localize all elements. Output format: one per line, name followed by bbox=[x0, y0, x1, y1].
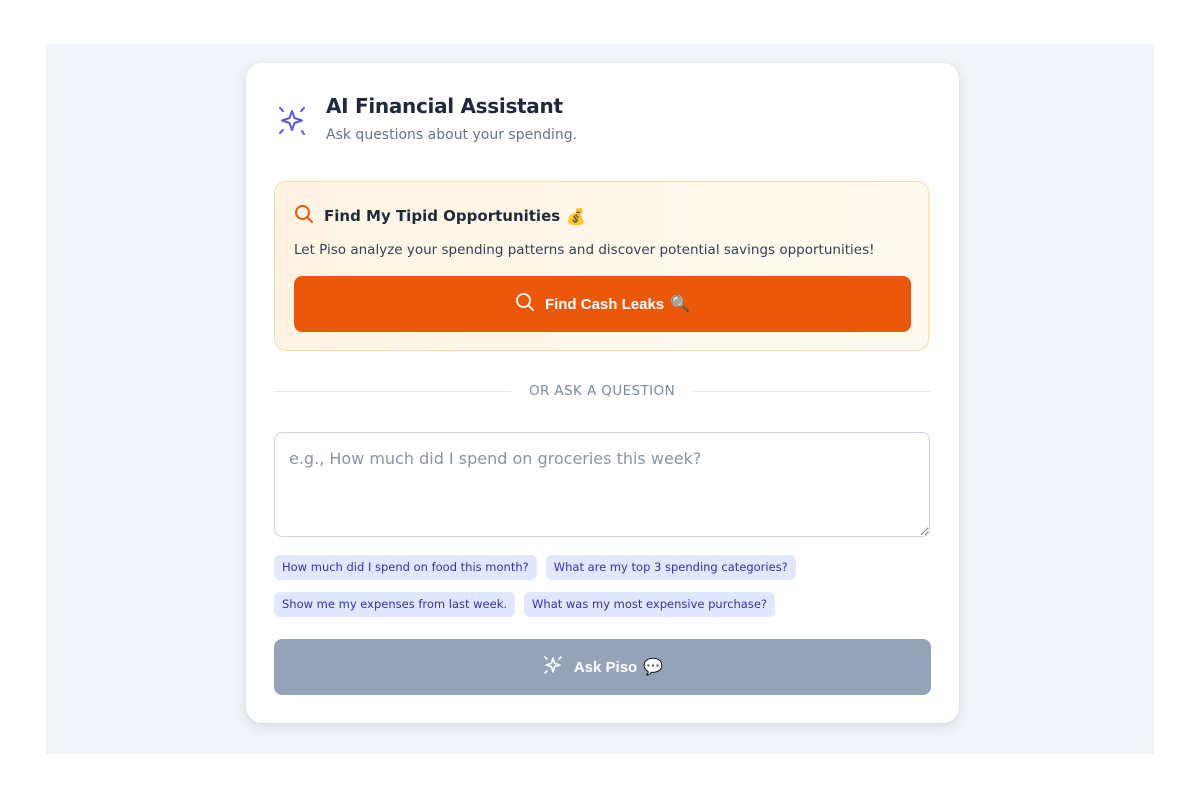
question-input[interactable] bbox=[274, 432, 930, 537]
suggestion-chip[interactable]: What are my top 3 spending categories? bbox=[545, 555, 796, 580]
suggestion-row-2: Show me my expenses from last week. What… bbox=[274, 592, 934, 617]
suggestion-chip[interactable]: What was my most expensive purchase? bbox=[524, 592, 776, 617]
tipid-opportunities-panel: Find My Tipid Opportunities 💰 Let Piso a… bbox=[274, 181, 929, 351]
tipid-title-row: Find My Tipid Opportunities 💰 bbox=[294, 204, 586, 228]
magnifier-emoji-icon: 🔍 bbox=[670, 296, 691, 313]
suggestion-chip[interactable]: How much did I spend on food this month? bbox=[274, 555, 537, 580]
search-icon bbox=[294, 204, 314, 228]
ask-piso-label: Ask Piso bbox=[573, 658, 638, 676]
or-divider: OR ASK A QUESTION bbox=[274, 381, 931, 401]
page-subtitle: Ask questions about your spending. bbox=[326, 127, 578, 143]
divider-line-right bbox=[693, 390, 931, 392]
suggestion-chip[interactable]: Show me my expenses from last week. bbox=[274, 592, 516, 617]
sparkles-icon bbox=[542, 654, 564, 680]
find-cash-leaks-button[interactable]: Find Cash Leaks 🔍 bbox=[294, 276, 911, 332]
assistant-header: AI Financial Assistant Ask questions abo… bbox=[275, 93, 577, 143]
suggestion-row-1: How much did I spend on food this month?… bbox=[274, 555, 934, 580]
suggestion-chips: How much did I spend on food this month?… bbox=[274, 555, 934, 629]
tipid-title: Find My Tipid Opportunities bbox=[324, 207, 561, 225]
tipid-description: Let Piso analyze your spending patterns … bbox=[294, 242, 875, 258]
assistant-card: AI Financial Assistant Ask questions abo… bbox=[246, 63, 959, 723]
divider-label: OR ASK A QUESTION bbox=[528, 383, 676, 399]
page-title: AI Financial Assistant bbox=[326, 94, 563, 118]
divider-line-left bbox=[274, 390, 511, 392]
find-cash-leaks-label: Find Cash Leaks bbox=[544, 295, 665, 313]
ask-piso-button[interactable]: Ask Piso 💬 bbox=[274, 639, 931, 695]
speech-bubble-icon: 💬 bbox=[643, 659, 664, 676]
sparkles-icon bbox=[275, 103, 311, 139]
money-bag-icon: 💰 bbox=[566, 206, 587, 226]
search-icon bbox=[515, 292, 535, 316]
page-background: AI Financial Assistant Ask questions abo… bbox=[46, 44, 1154, 754]
